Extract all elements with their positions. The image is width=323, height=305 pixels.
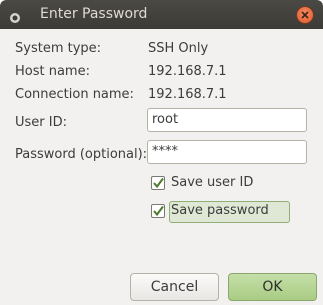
checkmark-icon bbox=[153, 177, 164, 189]
connection-name-value: 192.168.7.1 bbox=[148, 87, 227, 102]
save-user-id-box[interactable] bbox=[151, 176, 165, 190]
password-label: Password (optional): bbox=[15, 147, 148, 162]
ok-button[interactable]: OK bbox=[228, 273, 317, 301]
save-user-id-checkbox[interactable]: Save user ID bbox=[151, 173, 291, 195]
user-id-field[interactable]: root bbox=[147, 108, 307, 132]
close-button[interactable] bbox=[296, 6, 314, 24]
system-type-label: System type: bbox=[15, 41, 102, 56]
cancel-button[interactable]: Cancel bbox=[130, 273, 219, 301]
host-name-label: Host name: bbox=[15, 64, 90, 79]
save-password-box[interactable] bbox=[151, 204, 165, 218]
save-user-id-label: Save user ID bbox=[171, 175, 254, 190]
save-password-checkbox[interactable]: Save password bbox=[151, 201, 291, 223]
password-field[interactable]: **** bbox=[147, 140, 307, 164]
checkmark-icon bbox=[153, 205, 164, 217]
save-password-label: Save password bbox=[171, 203, 269, 218]
title-bar: Enter Password bbox=[0, 0, 323, 29]
window-title: Enter Password bbox=[40, 6, 148, 22]
app-icon bbox=[9, 9, 21, 23]
connection-name-label: Connection name: bbox=[15, 87, 134, 102]
close-icon bbox=[301, 11, 309, 19]
host-name-value: 192.168.7.1 bbox=[148, 64, 227, 79]
system-type-value: SSH Only bbox=[148, 41, 209, 56]
user-id-label: User ID: bbox=[15, 115, 67, 130]
enter-password-dialog: Enter Password System type: SSH Only Hos… bbox=[0, 0, 323, 305]
